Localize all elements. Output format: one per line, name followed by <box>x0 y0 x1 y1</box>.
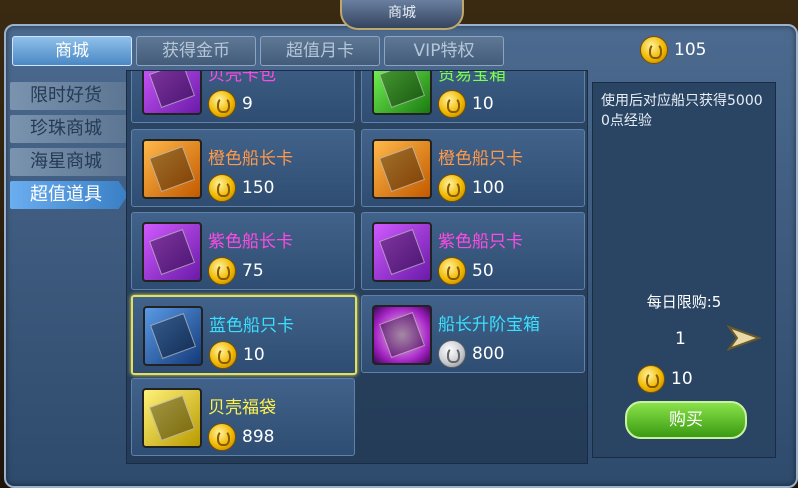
gold-coin-icon <box>208 174 236 202</box>
card-pack-icon <box>142 71 202 115</box>
item-card[interactable]: 贝壳福袋 898 <box>131 378 355 456</box>
item-name: 紫色船长卡 <box>208 232 293 252</box>
price-value: 10 <box>472 94 494 114</box>
item-card[interactable]: 紫色船长卡 75 <box>131 212 355 290</box>
buy-button[interactable]: 购买 <box>625 401 747 439</box>
ship-card-icon <box>372 222 432 282</box>
silver-coin-icon <box>438 340 466 368</box>
tab-vip[interactable]: VIP特权 <box>384 36 504 66</box>
item-name: 紫色船只卡 <box>438 232 523 252</box>
gold-coin-icon <box>438 174 466 202</box>
sidebar-item-starfish[interactable]: 海星商城 <box>10 148 128 176</box>
quantity-value: 1 <box>675 329 686 349</box>
sidebar-item-limited[interactable]: 限时好货 <box>10 82 128 110</box>
price-value: 10 <box>243 345 265 365</box>
price-value: 150 <box>242 178 275 198</box>
captain-card-icon <box>142 139 202 199</box>
ship-card-icon <box>372 139 432 199</box>
window-title: 商城 <box>340 0 464 30</box>
item-name: 橙色船只卡 <box>438 149 523 169</box>
item-card[interactable]: 橙色船只卡 100 <box>361 129 585 207</box>
item-price: 10 <box>438 90 494 118</box>
item-card-selected[interactable]: 蓝色船只卡 10 <box>131 295 357 375</box>
gold-coin-icon <box>208 423 236 451</box>
item-price: 898 <box>208 423 274 451</box>
item-description: 使用后对应船只获得50000点经验 <box>601 93 763 129</box>
gold-coin-icon <box>209 341 237 369</box>
item-grid[interactable]: 贝壳卡包 9 贸易宝箱 10 橙色船长卡 150 橙色船只卡 100 紫色船长卡… <box>126 70 588 464</box>
item-price: 9 <box>208 90 253 118</box>
price-value: 9 <box>242 94 253 114</box>
gold-balance-value: 105 <box>674 40 707 60</box>
total-price: 10 <box>637 365 693 393</box>
gold-coin-icon <box>208 90 236 118</box>
chest-icon <box>372 71 432 115</box>
tab-monthly-card[interactable]: 超值月卡 <box>260 36 380 66</box>
item-name: 橙色船长卡 <box>208 149 293 169</box>
item-name: 贝壳卡包 <box>208 70 276 85</box>
gold-coin-icon <box>438 90 466 118</box>
item-card[interactable]: 船长升阶宝箱 800 <box>361 295 585 373</box>
treasure-chest-icon <box>372 305 432 365</box>
gold-coin-icon <box>208 257 236 285</box>
item-card[interactable]: 贝壳卡包 9 <box>131 70 355 123</box>
gold-coin-icon <box>637 365 665 393</box>
captain-card-icon <box>142 222 202 282</box>
gold-coin-icon <box>438 257 466 285</box>
item-price: 800 <box>438 340 504 368</box>
price-value: 800 <box>472 344 505 364</box>
price-value: 75 <box>242 261 264 281</box>
item-card[interactable]: 贸易宝箱 10 <box>361 70 585 123</box>
item-price: 50 <box>438 257 494 285</box>
game-frame: 商城 商城 获得金币 超值月卡 VIP特权 105 限时好货 珍珠商城 海星商城… <box>0 0 798 488</box>
item-name: 船长升阶宝箱 <box>438 315 540 335</box>
item-price: 100 <box>438 174 504 202</box>
increase-arrow-icon[interactable] <box>727 323 761 353</box>
gift-bag-icon <box>142 388 202 448</box>
sidebar-item-pearl[interactable]: 珍珠商城 <box>10 115 128 143</box>
price-value: 898 <box>242 427 275 447</box>
item-price: 10 <box>209 341 265 369</box>
ship-card-icon <box>143 306 203 366</box>
gold-coin-icon <box>640 36 668 64</box>
item-price: 150 <box>208 174 274 202</box>
item-card[interactable]: 橙色船长卡 150 <box>131 129 355 207</box>
total-price-value: 10 <box>671 369 693 389</box>
item-name: 蓝色船只卡 <box>209 316 294 336</box>
tab-shop[interactable]: 商城 <box>12 36 132 66</box>
daily-limit: 每日限购:5 <box>646 293 722 311</box>
sidebar-item-value-items[interactable]: 超值道具 <box>10 181 128 209</box>
item-price: 75 <box>208 257 264 285</box>
price-value: 50 <box>472 261 494 281</box>
gold-balance: 105 <box>640 36 706 64</box>
sidebar: 限时好货 珍珠商城 海星商城 超值道具 <box>10 82 128 214</box>
item-card[interactable]: 紫色船只卡 50 <box>361 212 585 290</box>
item-name: 贝壳福袋 <box>208 398 276 418</box>
tab-bar: 商城 获得金币 超值月卡 VIP特权 <box>12 36 504 68</box>
item-name: 贸易宝箱 <box>438 70 506 85</box>
item-detail-panel: 使用后对应船只获得50000点经验 每日限购:5 1 10 购买 <box>592 82 776 458</box>
tab-get-gold[interactable]: 获得金币 <box>136 36 256 66</box>
price-value: 100 <box>472 178 505 198</box>
